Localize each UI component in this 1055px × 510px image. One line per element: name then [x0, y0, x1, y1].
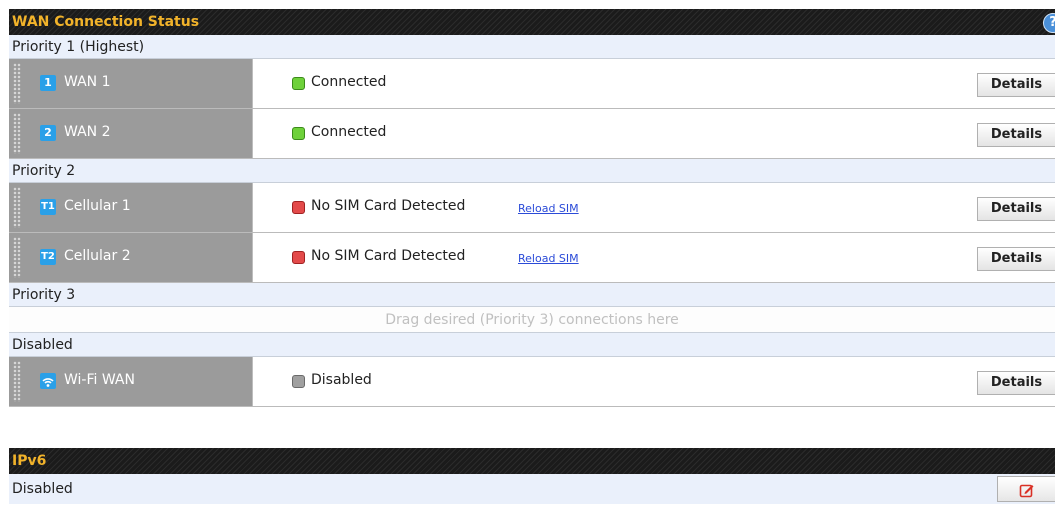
details-button[interactable]: Details [977, 247, 1055, 271]
connection-name-cell[interactable]: Wi-Fi WAN [9, 357, 253, 406]
connection-name: WAN 2 [64, 124, 111, 140]
edit-icon [1019, 480, 1035, 498]
drag-handle-icon[interactable] [13, 113, 21, 154]
edit-button[interactable] [997, 476, 1055, 502]
ipv6-status-row: Disabled [9, 474, 1055, 504]
connection-status: Connected [311, 124, 387, 140]
cellular-antenna-icon: T2 [40, 249, 56, 265]
priority-group-header: Priority 1 (Highest) [9, 35, 1055, 59]
details-button[interactable]: Details [977, 123, 1055, 147]
connection-name: Wi-Fi WAN [64, 372, 135, 388]
connection-name-cell[interactable]: T1 Cellular 1 [9, 183, 253, 232]
status-indicator-icon [292, 201, 305, 214]
panel-title: IPv6 [12, 453, 47, 469]
wan-connection-status-panel: WAN Connection Status ? Priority 1 (High… [9, 9, 1055, 407]
reload-sim-link[interactable]: Reload SIM [518, 202, 579, 215]
cellular-antenna-icon: T1 [40, 199, 56, 215]
connection-name: Cellular 2 [64, 248, 131, 264]
wan-number-icon: 2 [40, 125, 56, 141]
details-button[interactable]: Details [977, 371, 1055, 395]
connection-status: No SIM Card Detected [311, 198, 466, 214]
drag-handle-icon[interactable] [13, 63, 21, 104]
connection-status: Connected [311, 74, 387, 90]
status-indicator-icon [292, 77, 305, 90]
drag-handle-icon[interactable] [13, 187, 21, 228]
status-indicator-icon [292, 127, 305, 140]
connection-row-cellular-1[interactable]: T1 Cellular 1 No SIM Card Detected Reloa… [9, 183, 1055, 233]
drag-handle-icon[interactable] [13, 361, 21, 402]
connection-row-wifi-wan[interactable]: Wi-Fi WAN Disabled Details [9, 357, 1055, 407]
panel-title: WAN Connection Status [12, 14, 200, 30]
status-indicator-icon [292, 251, 305, 264]
connection-name-cell[interactable]: 1 WAN 1 [9, 59, 253, 108]
ipv6-panel: IPv6 Disabled [9, 448, 1055, 504]
connection-row-cellular-2[interactable]: T2 Cellular 2 No SIM Card Detected Reloa… [9, 233, 1055, 283]
details-button[interactable]: Details [977, 73, 1055, 97]
wan-number-icon: 1 [40, 75, 56, 91]
panel-header: IPv6 [9, 448, 1055, 474]
connection-row-wan-1[interactable]: 1 WAN 1 Connected Details [9, 59, 1055, 109]
drag-handle-icon[interactable] [13, 237, 21, 278]
connection-row-wan-2[interactable]: 2 WAN 2 Connected Details [9, 109, 1055, 159]
connection-name: WAN 1 [64, 74, 111, 90]
panel-header: WAN Connection Status ? [9, 9, 1055, 35]
connection-name: Cellular 1 [64, 198, 131, 214]
connection-status: Disabled [311, 372, 372, 388]
priority-group-header: Priority 3 [9, 283, 1055, 307]
connection-name-cell[interactable]: T2 Cellular 2 [9, 233, 253, 282]
reload-sim-link[interactable]: Reload SIM [518, 252, 579, 265]
connection-name-cell[interactable]: 2 WAN 2 [9, 109, 253, 158]
priority-group-header: Disabled [9, 333, 1055, 357]
help-icon[interactable]: ? [1043, 13, 1055, 33]
priority-group-header: Priority 2 [9, 159, 1055, 183]
wifi-icon [40, 373, 56, 389]
ipv6-status: Disabled [12, 481, 73, 497]
details-button[interactable]: Details [977, 197, 1055, 221]
connection-status: No SIM Card Detected [311, 248, 466, 264]
status-indicator-icon [292, 375, 305, 388]
drop-zone[interactable]: Drag desired (Priority 3) connections he… [9, 307, 1055, 333]
